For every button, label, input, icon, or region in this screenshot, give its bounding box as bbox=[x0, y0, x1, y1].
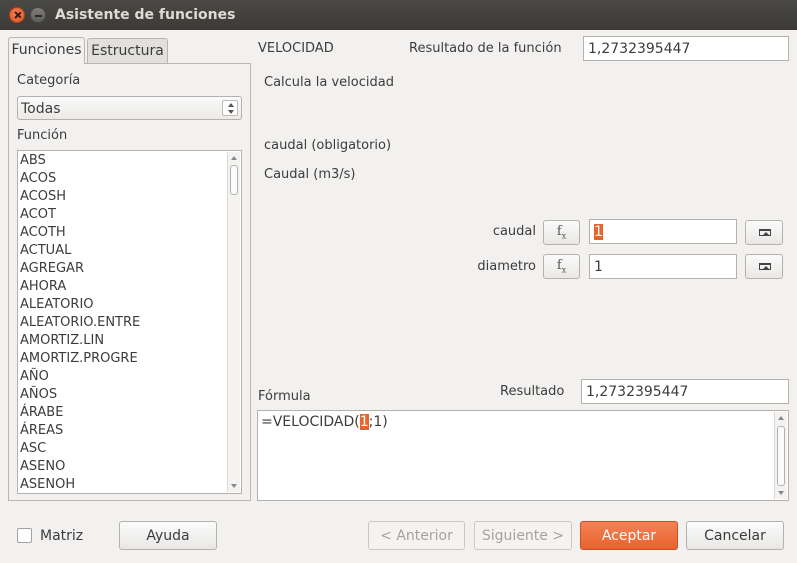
parameter-description: Caudal (m3/s) bbox=[264, 167, 356, 182]
scroll-thumb[interactable] bbox=[777, 426, 785, 486]
formula-result-field[interactable]: 1,2732395447 bbox=[581, 379, 789, 404]
function-result-field[interactable]: 1,2732395447 bbox=[583, 36, 789, 61]
fx-button-diametro[interactable]: fx bbox=[543, 254, 580, 279]
function-list-items: ABS ACOS ACOSH ACOT ACOTH ACTUAL AGREGAR AHORA A… bbox=[19, 152, 226, 493]
function-list-item[interactable]: AHORA bbox=[19, 278, 226, 296]
scroll-up-icon[interactable] bbox=[778, 416, 784, 420]
function-list-item[interactable]: ÁRABE bbox=[19, 404, 226, 422]
function-list-item[interactable]: ACTUAL bbox=[19, 242, 226, 260]
formula-scrollbar[interactable] bbox=[774, 412, 787, 499]
arg-label-caudal: caudal bbox=[492, 224, 536, 239]
shrink-button-caudal[interactable] bbox=[745, 220, 783, 245]
next-button[interactable]: Siguiente > bbox=[474, 521, 572, 550]
function-list-item[interactable]: AÑOS bbox=[19, 386, 226, 404]
arg-input-diametro[interactable]: 1 bbox=[589, 254, 737, 279]
scroll-down-icon[interactable] bbox=[231, 484, 237, 488]
function-list-item[interactable]: ASC bbox=[19, 440, 226, 458]
function-list-item[interactable]: ACOS bbox=[19, 170, 226, 188]
formula-label: Fórmula bbox=[258, 389, 311, 404]
formula-text: =VELOCIDAD(1;1) bbox=[261, 414, 388, 430]
ok-button[interactable]: Aceptar bbox=[580, 521, 678, 550]
scroll-thumb[interactable] bbox=[230, 165, 238, 195]
shrink-icon bbox=[759, 263, 771, 270]
function-list-scrollbar[interactable] bbox=[227, 152, 240, 492]
scroll-down-icon[interactable] bbox=[778, 491, 784, 495]
function-list-item[interactable]: ASENO bbox=[19, 458, 226, 476]
category-label: Categoría bbox=[17, 73, 81, 88]
scroll-up-icon[interactable] bbox=[231, 156, 237, 160]
function-label: Función bbox=[17, 128, 68, 143]
arg-input-caudal[interactable]: 1 bbox=[589, 219, 737, 244]
window-title: Asistente de funciones bbox=[55, 7, 236, 23]
function-list-item[interactable]: AGREGAR bbox=[19, 260, 226, 278]
function-list-item[interactable]: ASENOH bbox=[19, 476, 226, 493]
tab-funciones[interactable]: Funciones bbox=[8, 37, 85, 64]
cancel-button[interactable]: Cancelar bbox=[686, 521, 784, 550]
shrink-button-diametro[interactable] bbox=[745, 254, 783, 279]
formula-selection: 1 bbox=[359, 414, 369, 430]
fx-button-caudal[interactable]: fx bbox=[543, 220, 580, 245]
function-description: Calcula la velocidad bbox=[264, 75, 394, 90]
help-button[interactable]: Ayuda bbox=[119, 521, 217, 550]
function-list-item[interactable]: ALEATORIO.ENTRE bbox=[19, 314, 226, 332]
category-select-value: Todas bbox=[21, 101, 61, 117]
formula-editor[interactable]: =VELOCIDAD(1;1) bbox=[257, 410, 789, 501]
updown-arrows-icon bbox=[222, 100, 238, 116]
minimize-window-icon[interactable] bbox=[30, 7, 46, 23]
function-list-item[interactable]: ACOT bbox=[19, 206, 226, 224]
matrix-checkbox[interactable] bbox=[17, 528, 32, 543]
matrix-label: Matriz bbox=[40, 528, 84, 544]
function-list[interactable]: ABS ACOS ACOSH ACOT ACOTH ACTUAL AGREGAR AHORA A… bbox=[17, 150, 242, 494]
previous-button[interactable]: < Anterior bbox=[368, 521, 465, 550]
tab-estructura[interactable]: Estructura bbox=[87, 38, 168, 63]
parameter-title: caudal (obligatorio) bbox=[264, 138, 392, 153]
function-name: VELOCIDAD bbox=[258, 41, 334, 56]
function-list-item[interactable]: ALEATORIO bbox=[19, 296, 226, 314]
title-bar: Asistente de funciones bbox=[0, 0, 797, 30]
function-list-item[interactable]: AMORTIZ.LIN bbox=[19, 332, 226, 350]
function-result-label: Resultado de la función bbox=[409, 41, 562, 56]
shrink-icon bbox=[759, 229, 771, 236]
close-window-icon[interactable] bbox=[9, 7, 25, 23]
function-list-item[interactable]: ACOTH bbox=[19, 224, 226, 242]
function-list-item[interactable]: ÁREAS bbox=[19, 422, 226, 440]
function-list-item[interactable]: AMORTIZ.PROGRE bbox=[19, 350, 226, 368]
formula-result-label: Resultado bbox=[500, 384, 565, 399]
function-list-item[interactable]: ACOSH bbox=[19, 188, 226, 206]
function-list-item[interactable]: ABS bbox=[19, 152, 226, 170]
category-select[interactable]: Todas bbox=[17, 96, 242, 120]
function-list-item[interactable]: AÑO bbox=[19, 368, 226, 386]
arg-label-diametro: diametro bbox=[477, 259, 536, 274]
